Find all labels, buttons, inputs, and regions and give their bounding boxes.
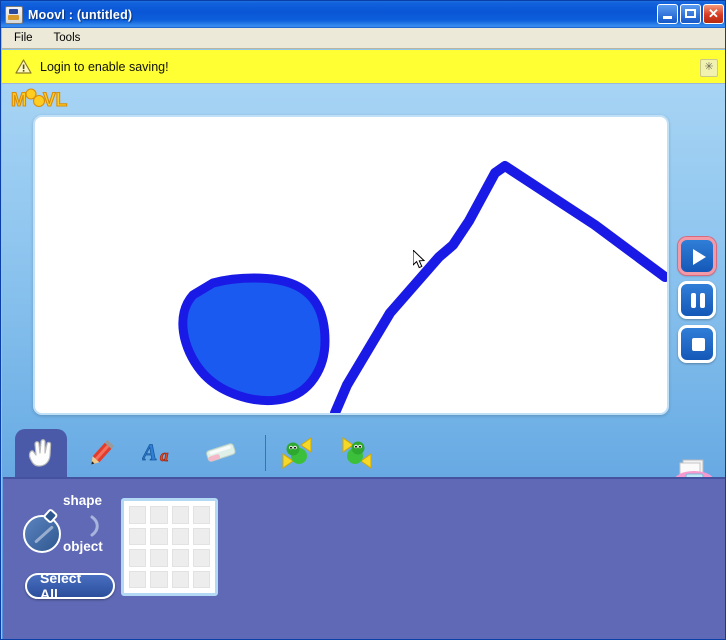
properties-panel: shape object Select All heavy light tigh… (3, 477, 725, 639)
svg-text:M: M (11, 90, 27, 111)
color-palette[interactable] (121, 498, 218, 596)
color-swatch[interactable] (129, 570, 147, 588)
eraser-icon (206, 443, 236, 462)
window-controls (657, 4, 724, 24)
redo-arrow-icon (342, 437, 372, 469)
pause-icon (691, 293, 705, 308)
color-swatch[interactable] (150, 527, 168, 545)
redo-tool[interactable] (331, 429, 383, 477)
mode-label-shape[interactable]: shape (63, 493, 102, 508)
java-app-icon (5, 5, 23, 24)
eraser-tool[interactable] (195, 429, 247, 477)
color-swatch[interactable] (192, 527, 210, 545)
pause-button[interactable] (678, 281, 716, 319)
title-bar: Moovl : (untitled) (1, 1, 725, 28)
play-button[interactable] (678, 237, 716, 275)
pencil-icon (91, 439, 115, 465)
stop-button[interactable] (678, 325, 716, 363)
color-swatch[interactable] (150, 549, 168, 567)
moovl-application-window: Moovl : (untitled) File Tools Login to e… (0, 0, 726, 640)
maximize-button[interactable] (680, 4, 701, 24)
notification-close-icon[interactable]: ✳ (700, 59, 718, 77)
window-title: Moovl : (untitled) (28, 7, 133, 22)
color-swatch[interactable] (192, 506, 210, 524)
color-swatch[interactable] (171, 570, 189, 588)
hand-tool[interactable] (15, 429, 67, 477)
play-icon (693, 249, 706, 265)
color-swatch[interactable] (129, 549, 147, 567)
svg-text:A: A (142, 440, 157, 465)
tool-tabs: A a (3, 429, 725, 477)
select-all-button[interactable]: Select All (25, 570, 115, 602)
drawing-canvas[interactable] (33, 115, 669, 415)
color-swatch[interactable] (129, 527, 147, 545)
color-swatch[interactable] (171, 549, 189, 567)
paddle-icon[interactable] (23, 515, 61, 553)
hand-icon (28, 439, 52, 467)
moovl-logo: M VL (11, 88, 81, 112)
text-aa-icon: A a (142, 440, 169, 466)
color-swatch[interactable] (150, 570, 168, 588)
svg-text:a: a (160, 446, 169, 465)
mode-label-object[interactable]: object (63, 539, 103, 554)
color-swatch[interactable] (129, 506, 147, 524)
color-swatch[interactable] (192, 549, 210, 567)
menu-item-file[interactable]: File (5, 30, 42, 46)
color-swatch[interactable] (192, 570, 210, 588)
toggle-arc-indicator (89, 515, 103, 537)
text-tool[interactable]: A a (135, 429, 187, 477)
mode-toggle-group: shape object Select All (15, 489, 115, 602)
undo-arrow-icon (282, 437, 312, 469)
close-button[interactable] (703, 4, 724, 24)
stop-icon (692, 338, 705, 351)
toolbar-divider (265, 435, 266, 471)
color-swatch[interactable] (171, 506, 189, 524)
menu-item-tools[interactable]: Tools (45, 30, 90, 46)
color-swatch[interactable] (150, 506, 168, 524)
svg-text:VL: VL (43, 90, 68, 111)
pencil-tool[interactable] (75, 429, 127, 477)
paddle-highlight (34, 525, 54, 544)
notification-message: Login to enable saving! (40, 59, 169, 74)
menu-bar: File Tools (2, 28, 725, 49)
playback-controls (678, 237, 720, 369)
color-swatch[interactable] (171, 527, 189, 545)
minimize-button[interactable] (657, 4, 678, 24)
warning-triangle-icon (15, 59, 32, 74)
notification-bar: Login to enable saving! ✳ (2, 50, 725, 84)
undo-tool[interactable] (271, 429, 323, 477)
app-body: M VL A a shape object Select All (2, 84, 725, 639)
